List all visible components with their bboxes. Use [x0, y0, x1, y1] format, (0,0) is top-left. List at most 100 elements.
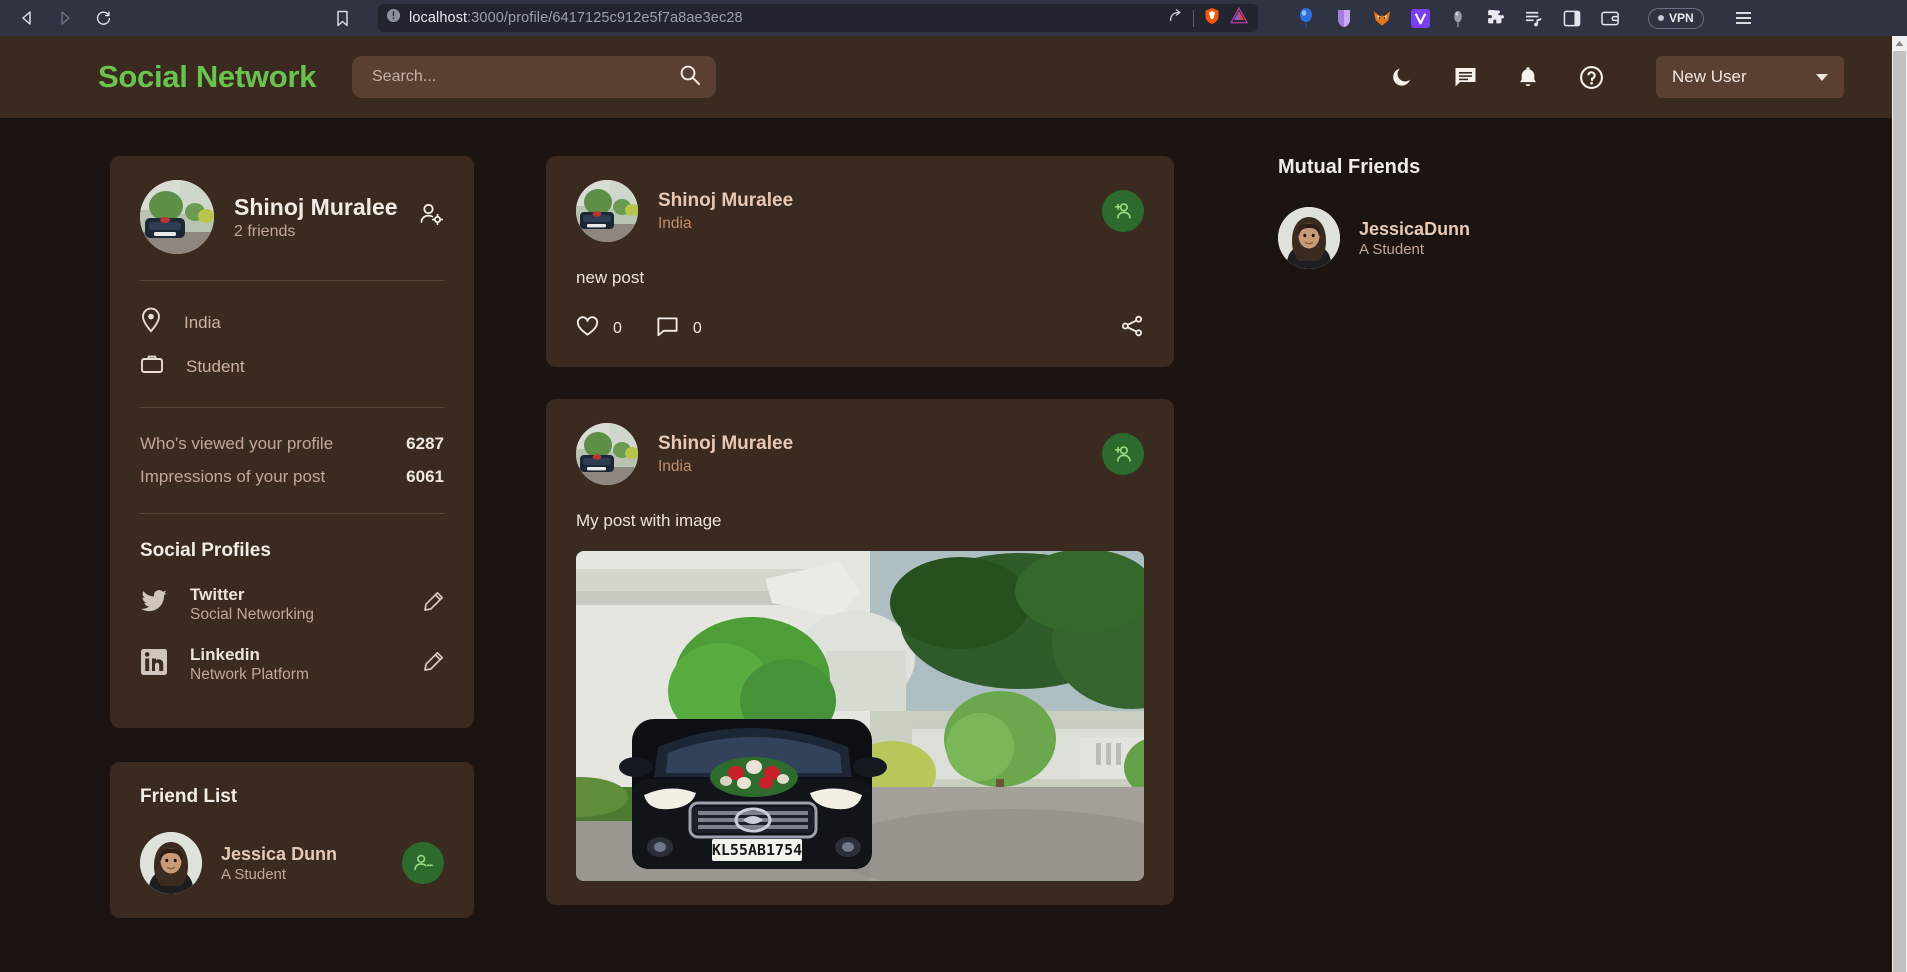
profile-header: Shinoj Muralee 2 friends [140, 180, 444, 254]
mutual-friends-column: Mutual Friends JessicaDunn A Student [1174, 156, 1892, 937]
divider [140, 280, 444, 281]
svg-text:KL55AB1754: KL55AB1754 [712, 841, 802, 859]
search-box[interactable] [352, 56, 717, 98]
extension-pin-icon[interactable] [1448, 8, 1468, 28]
comment-icon[interactable] [656, 315, 679, 343]
post-author-info: Shinoj Muralee India [658, 190, 793, 233]
post-text: My post with image [576, 511, 722, 530]
twitter-icon [140, 589, 168, 620]
page-scrollbar[interactable] [1892, 36, 1907, 972]
search-icon[interactable] [679, 64, 701, 91]
heart-icon[interactable] [576, 315, 599, 343]
friend-info: Jessica Dunn A Student [221, 844, 337, 883]
edit-pencil-icon[interactable] [423, 651, 444, 677]
avatar[interactable] [1278, 207, 1340, 269]
brave-shields-icon[interactable] [1204, 7, 1220, 30]
divider [140, 513, 444, 514]
messages-icon[interactable] [1450, 62, 1480, 92]
mutual-friend-item[interactable]: JessicaDunn A Student [1278, 207, 1892, 269]
post-text: new post [576, 268, 645, 287]
profile-location-row: India [140, 307, 444, 338]
profile-friend-count: 2 friends [234, 223, 296, 241]
social-desc: Network Platform [190, 666, 309, 684]
manage-account-icon[interactable] [419, 202, 444, 232]
hamburger-menu-icon[interactable] [1735, 12, 1751, 24]
post-card: Shinoj Muralee India My post with image [546, 399, 1174, 905]
page-root: Social Network New User [0, 36, 1892, 972]
friend-name: Jessica Dunn [221, 843, 338, 864]
extensions-puzzle-icon[interactable] [1486, 8, 1506, 28]
like-count: 0 [613, 319, 622, 337]
linkedin-icon [140, 648, 168, 681]
share-icon[interactable] [1167, 8, 1183, 29]
extension-metamask-fox-icon[interactable] [1372, 8, 1392, 28]
post-author-name: Shinoj Muralee [658, 189, 794, 211]
location-pin-icon [140, 307, 162, 338]
user-dropdown[interactable]: New User [1656, 56, 1844, 98]
social-profile-twitter[interactable]: Twitter Social Networking [140, 584, 444, 624]
stat-row: Impressions of your post 6061 [140, 467, 444, 487]
avatar[interactable] [140, 180, 214, 254]
social-name: Twitter [190, 585, 245, 604]
post-image[interactable]: KL55AB1754 [576, 551, 1144, 881]
vpn-button[interactable]: VPN [1648, 7, 1704, 29]
edit-pencil-icon[interactable] [423, 591, 444, 617]
back-button[interactable] [10, 3, 44, 33]
stat-row: Who's viewed your profile 6287 [140, 434, 444, 454]
avatar[interactable] [140, 832, 202, 895]
post-header: Shinoj Muralee India [576, 180, 1144, 242]
stat-label: Impressions of your post [140, 467, 326, 486]
brand-logo[interactable]: Social Network [98, 59, 316, 95]
address-bar[interactable]: localhost:3000/profile/6417125c912e5f7a8… [378, 4, 1258, 32]
post-actions: 0 0 [576, 314, 1144, 343]
dark-mode-moon-icon[interactable] [1387, 62, 1417, 92]
extension-balloon-icon[interactable] [1296, 8, 1316, 28]
mutual-friend-name: JessicaDunn [1359, 218, 1471, 239]
playlist-icon[interactable] [1524, 8, 1544, 28]
browser-toolbar: localhost:3000/profile/6417125c912e5f7a8… [0, 0, 1907, 36]
add-friend-button[interactable] [1102, 190, 1144, 232]
reload-button[interactable] [86, 3, 120, 33]
navbar-actions: New User [1387, 56, 1844, 98]
post-author-location: India [658, 457, 692, 475]
mutual-friend-info: JessicaDunn A Student [1359, 219, 1470, 258]
social-profile-linkedin[interactable]: Linkedin Network Platform [140, 644, 444, 684]
scroll-up-arrow-icon[interactable] [1895, 36, 1904, 51]
comment-count: 0 [692, 319, 702, 337]
brave-rewards-icon[interactable] [1229, 6, 1249, 29]
add-friend-button[interactable] [1102, 433, 1144, 475]
left-column: Shinoj Muralee 2 friends India Student W… [0, 156, 474, 937]
url-text: localhost:3000/profile/6417125c912e5f7a8… [409, 10, 743, 26]
extension-vimeo-v-icon[interactable] [1410, 8, 1430, 28]
notifications-bell-icon[interactable] [1513, 62, 1543, 92]
like-action[interactable]: 0 [576, 315, 622, 343]
avatar[interactable] [576, 423, 638, 485]
forward-button[interactable] [48, 3, 82, 33]
briefcase-icon [140, 352, 164, 381]
wallet-icon[interactable] [1600, 8, 1620, 28]
friend-list-card: Friend List Jessica Dunn A Student [110, 762, 474, 919]
profile-identity: Shinoj Muralee 2 friends [234, 193, 398, 242]
help-icon[interactable] [1576, 62, 1606, 92]
comment-action[interactable]: 0 [656, 315, 702, 343]
page-content: Shinoj Muralee 2 friends India Student W… [0, 118, 1892, 937]
friend-list-item[interactable]: Jessica Dunn A Student [140, 832, 444, 895]
avatar[interactable] [576, 180, 638, 242]
extensions-tray: VPN [1296, 7, 1751, 29]
app-navbar: Social Network New User [0, 36, 1892, 118]
sidebar-toggle-icon[interactable] [1562, 8, 1582, 28]
social-profile-info: Twitter Social Networking [190, 584, 314, 624]
search-input[interactable] [372, 68, 680, 86]
remove-friend-button[interactable] [402, 842, 444, 885]
social-profile-info: Linkedin Network Platform [190, 644, 309, 684]
vpn-status-dot [1658, 15, 1664, 21]
divider [140, 407, 444, 408]
site-info-icon[interactable] [386, 8, 401, 28]
extension-purple-shield-icon[interactable] [1334, 8, 1354, 28]
scrollbar-thumb[interactable] [1893, 51, 1906, 972]
social-name: Linkedin [190, 645, 260, 665]
post-card: Shinoj Muralee India new post 0 0 [546, 156, 1174, 367]
profile-location: India [184, 312, 221, 332]
bookmark-icon[interactable] [324, 3, 360, 33]
share-icon[interactable] [1120, 314, 1144, 343]
